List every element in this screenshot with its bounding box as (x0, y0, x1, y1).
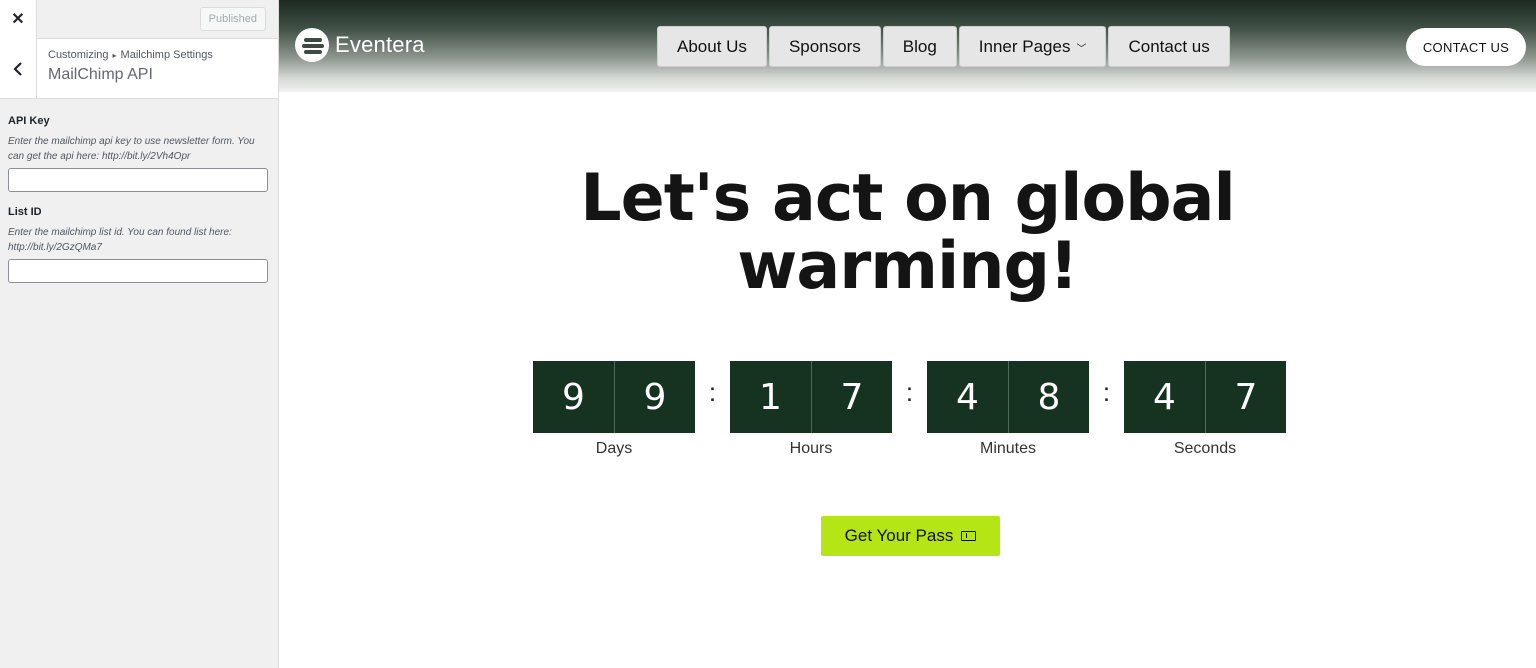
ticket-icon (961, 531, 977, 541)
countdown-label: Seconds (1173, 440, 1237, 457)
nav-label: Contact us (1128, 36, 1210, 56)
hero-headline: Let's act on global warming! (279, 165, 1536, 301)
countdown-digit: 9 (614, 361, 695, 433)
panel-fields: API Key Enter the mailchimp api key to u… (0, 99, 278, 297)
breadcrumb-section: Mailchimp Settings (120, 49, 213, 61)
countdown-separator: : (905, 377, 914, 407)
published-button[interactable]: Published (199, 7, 266, 31)
nav-item-about[interactable]: About Us (657, 26, 767, 67)
nav-label: About Us (677, 36, 747, 56)
countdown-days: 9 9 Days (533, 361, 695, 458)
countdown-digit: 8 (1008, 361, 1089, 433)
countdown-digit: 7 (1205, 361, 1286, 433)
customizer-topbar: ✕ Published (0, 0, 278, 39)
breadcrumb-separator-icon: ▸ (112, 50, 117, 60)
countdown-minutes: 4 8 Minutes (927, 361, 1089, 458)
countdown-digit: 4 (1124, 361, 1205, 433)
countdown-label: Hours (789, 440, 833, 457)
chevron-left-icon (13, 61, 22, 76)
logo-text: Eventera (335, 32, 425, 57)
nav-label: Inner Pages (978, 36, 1071, 56)
countdown-digit: 1 (730, 361, 811, 433)
logo-mark-icon (295, 28, 329, 62)
countdown-digit: 4 (927, 361, 1008, 433)
back-button[interactable] (0, 39, 37, 98)
site-logo[interactable]: Eventera (295, 28, 425, 62)
nav-label: Sponsors (788, 36, 861, 56)
api-key-description: Enter the mailchimp api key to use newsl… (8, 136, 255, 162)
api-key-input[interactable] (8, 168, 268, 192)
breadcrumb-root: Customizing (48, 49, 109, 61)
list-id-label: List ID (8, 206, 42, 218)
breadcrumb: Customizing ▸ Mailchimp Settings (48, 49, 213, 61)
list-id-input[interactable] (8, 259, 268, 283)
headline-line-1: Let's act on global (580, 161, 1236, 236)
nav-item-blog[interactable]: Blog (882, 26, 957, 67)
countdown-label: Minutes (979, 440, 1037, 457)
countdown-hours: 1 7 Hours (730, 361, 892, 458)
countdown-digit: 9 (533, 361, 614, 433)
pass-button-label: Get Your Pass (844, 526, 954, 545)
nav-item-sponsors[interactable]: Sponsors (768, 26, 881, 67)
nav-item-contact[interactable]: Contact us (1108, 26, 1230, 67)
close-icon[interactable]: ✕ (0, 0, 37, 39)
countdown-separator: : (708, 377, 717, 407)
list-id-description: Enter the mailchimp list id. You can fou… (8, 227, 232, 253)
countdown-seconds: 4 7 Seconds (1124, 361, 1286, 458)
nav-label: Blog (902, 36, 937, 56)
chevron-down-icon: ﹀ (1076, 44, 1087, 55)
countdown-label: Days (595, 440, 633, 457)
customizer-sidebar: ✕ Published Customizing ▸ Mailchimp Sett… (0, 0, 279, 668)
site-preview: Eventera About Us Sponsors Blog Inner Pa… (279, 0, 1536, 668)
panel-header: Customizing ▸ Mailchimp Settings MailChi… (0, 39, 278, 99)
contact-us-button[interactable]: CONTACT US (1406, 28, 1526, 66)
api-key-label: API Key (8, 115, 50, 127)
headline-line-2: warming! (737, 229, 1078, 304)
get-your-pass-button[interactable]: Get Your Pass (821, 516, 1000, 556)
countdown-separator: : (1102, 377, 1111, 407)
nav-item-inner-pages[interactable]: Inner Pages ﹀ (958, 26, 1107, 67)
panel-title: MailChimp API (48, 66, 153, 83)
countdown-digit: 7 (811, 361, 892, 433)
countdown-timer: 9 9 Days : 1 7 Hours : 4 8 Minutes : 4 7 (533, 361, 1286, 458)
main-nav: About Us Sponsors Blog Inner Pages ﹀ Cont… (657, 26, 1230, 67)
